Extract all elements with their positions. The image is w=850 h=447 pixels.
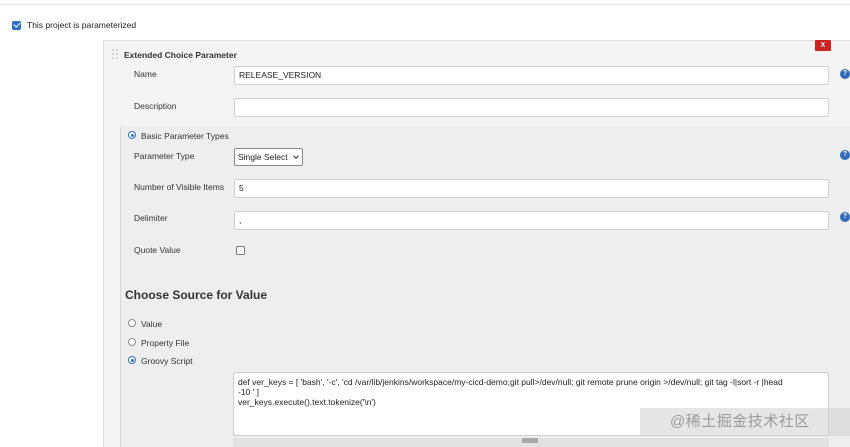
top-divider	[0, 4, 850, 5]
parameter-type-help-icon[interactable]: ?	[840, 150, 850, 160]
script-line: def ver_keys = [ 'bash', '-c', 'cd /var/…	[238, 377, 783, 387]
script-line: -10 ' ]	[238, 387, 259, 397]
source-property-file-radio[interactable]	[128, 338, 136, 346]
watermark: @稀土掘金技术社区	[640, 408, 850, 436]
name-field[interactable]: RELEASE_VERSION	[234, 66, 829, 85]
script-line: ver_keys.execute().text.tokenize('\n')	[238, 397, 376, 407]
drag-handle-icon[interactable]	[112, 49, 120, 59]
parameter-type-label: Parameter Type	[134, 151, 195, 161]
basic-types-radio[interactable]	[128, 131, 136, 139]
visible-items-field[interactable]: 5	[234, 179, 829, 198]
name-label: Name	[134, 69, 157, 79]
basic-types-label: Basic Parameter Types	[141, 131, 229, 141]
parameterized-checkbox[interactable]	[12, 20, 21, 30]
delete-parameter-button[interactable]: X	[815, 40, 831, 51]
left-gutter	[0, 40, 103, 447]
description-field[interactable]	[234, 98, 829, 117]
description-label: Description	[134, 101, 177, 111]
source-property-file-label: Property File	[141, 338, 190, 348]
name-help-icon[interactable]: ?	[840, 69, 850, 79]
quote-value-checkbox[interactable]	[236, 246, 245, 255]
source-value-radio[interactable]	[128, 319, 136, 327]
delimiter-field[interactable]: ,	[234, 211, 829, 230]
source-value-label: Value	[141, 319, 163, 329]
visible-items-label: Number of Visible Items	[134, 182, 225, 192]
chevron-down-icon	[293, 153, 299, 159]
parameter-type-select[interactable]: Single Select	[234, 148, 303, 166]
quote-value-label: Quote Value	[134, 245, 181, 255]
source-groovy-script-radio[interactable]	[128, 356, 136, 364]
choose-source-title: Choose Source for Value	[125, 288, 268, 302]
source-groovy-script-label: Groovy Script	[141, 356, 193, 366]
parameterized-label: This project is parameterized	[27, 20, 137, 30]
parameter-type-value: Single Select	[238, 152, 288, 162]
parameter-title: Extended Choice Parameter	[124, 50, 237, 60]
delimiter-label: Delimiter	[134, 213, 168, 223]
parameterized-row[interactable]: This project is parameterized	[12, 19, 136, 31]
delimiter-help-icon[interactable]: ?	[840, 212, 850, 222]
resize-handle[interactable]	[522, 438, 538, 443]
